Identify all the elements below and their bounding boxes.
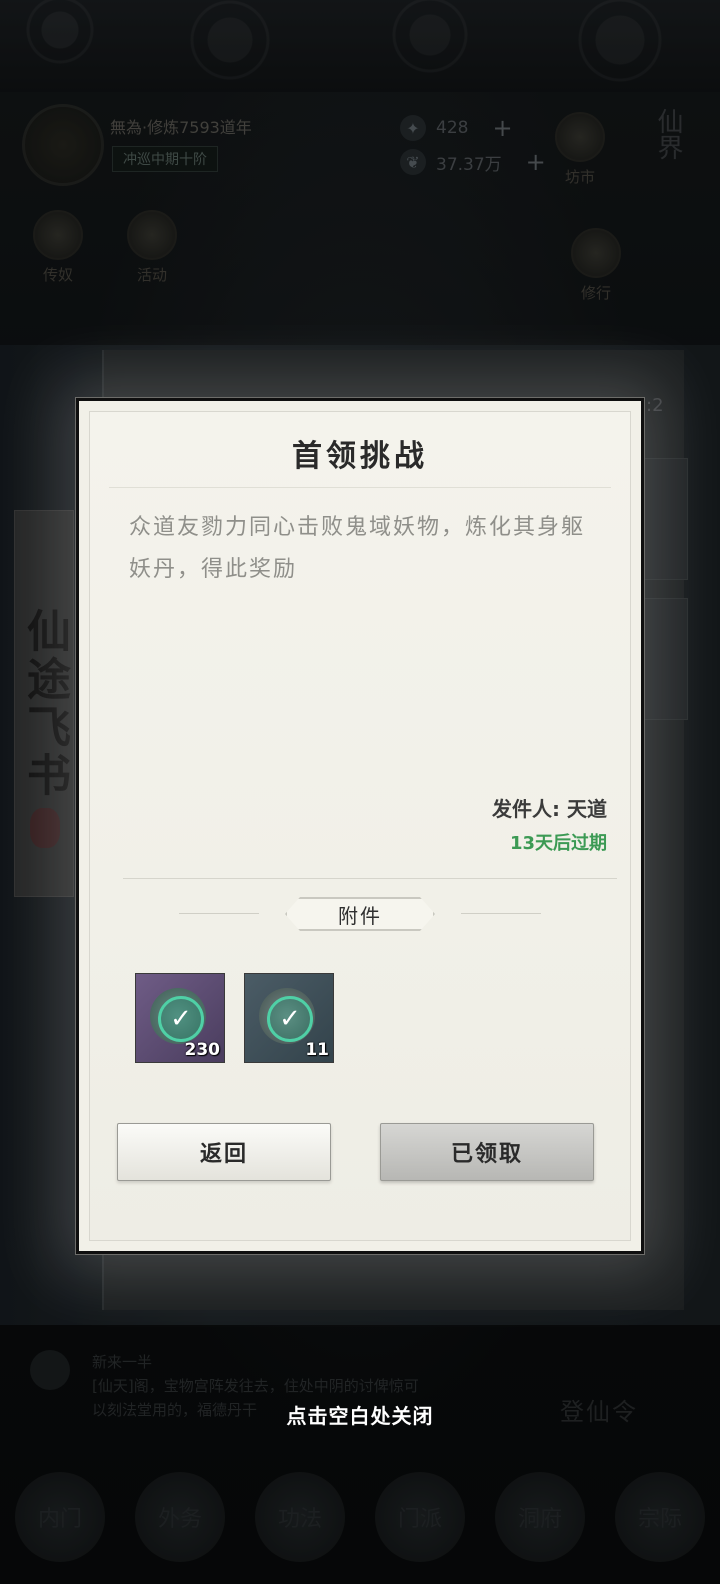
claimed-check-icon: ✓ bbox=[158, 996, 204, 1042]
item-1-count: 230 bbox=[184, 1040, 221, 1060]
content-divider bbox=[123, 878, 617, 879]
attachment-item-1[interactable]: ✓ 230 bbox=[135, 973, 225, 1063]
mail-expiry: 13天后过期 bbox=[509, 833, 607, 854]
mail-body-text: 众道友勠力同心击败鬼域妖物，炼化其身躯妖丹，得此奖励 bbox=[129, 515, 586, 582]
attachment-item-2[interactable]: ✓ 11 bbox=[244, 973, 334, 1063]
item-2-count: 11 bbox=[305, 1040, 329, 1060]
attachment-label: 附件 bbox=[338, 903, 382, 928]
attachment-rule-right bbox=[461, 913, 541, 914]
title-divider bbox=[109, 487, 611, 488]
attachment-header: 附件 bbox=[285, 897, 435, 931]
back-button[interactable]: 返回 bbox=[117, 1123, 331, 1181]
claimed-check-icon: ✓ bbox=[267, 996, 313, 1042]
attachment-rule-left bbox=[179, 913, 259, 914]
mail-detail-dialog: 首领挑战 众道友勠力同心击败鬼域妖物，炼化其身躯妖丹，得此奖励 发件人: 天道 … bbox=[76, 398, 644, 1254]
dialog-title: 首领挑战 bbox=[292, 439, 428, 474]
claimed-button[interactable]: 已领取 bbox=[380, 1123, 594, 1181]
mail-sender: 发件人: 天道 bbox=[492, 797, 607, 821]
tap-to-close-hint[interactable]: 点击空白处关闭 bbox=[0, 1400, 720, 1429]
